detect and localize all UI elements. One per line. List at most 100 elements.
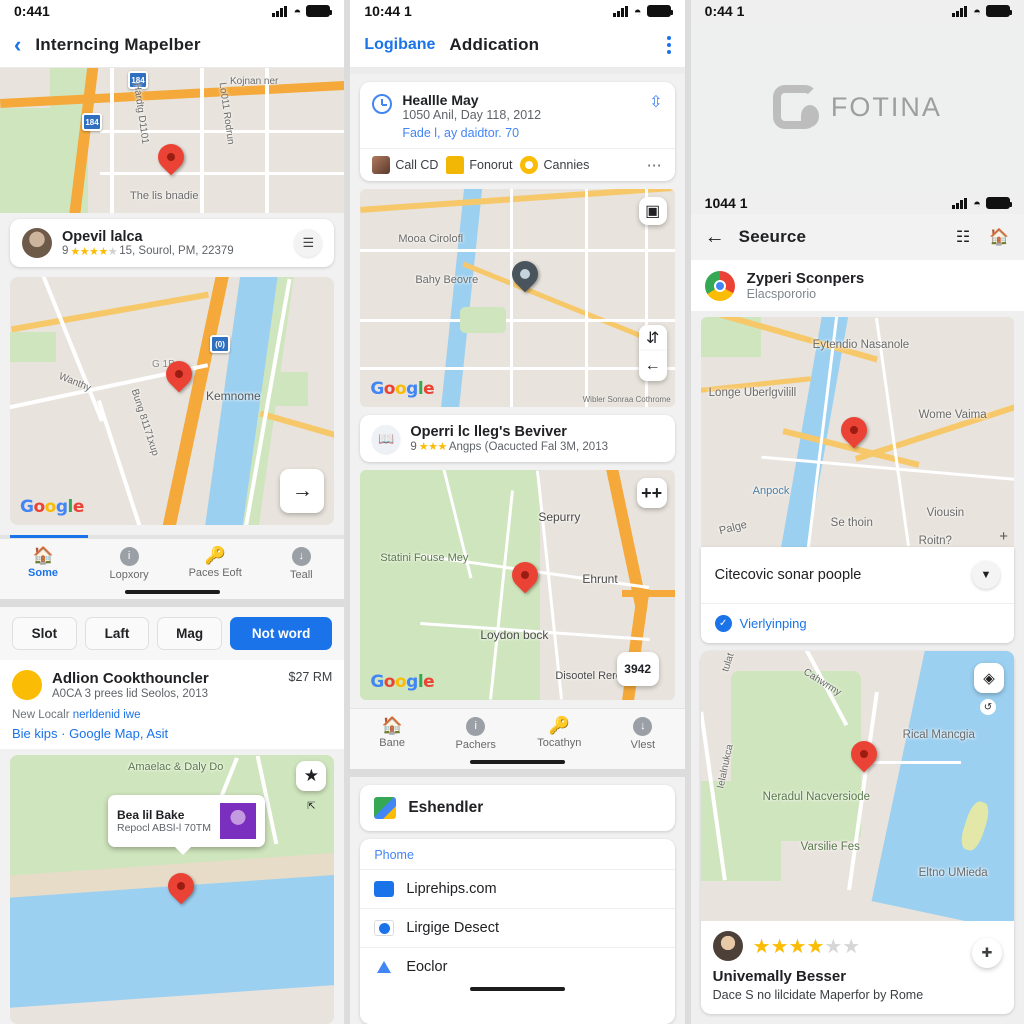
- wifi-icon: ◓: [293, 3, 302, 19]
- info-circle-icon: i: [119, 547, 139, 566]
- place-meta: 9 ★★★★★ 15, Sourol, PM, 22379: [62, 245, 284, 258]
- chip-laft[interactable]: Laft: [84, 617, 150, 650]
- place-title: Opevil lalca: [62, 228, 143, 245]
- star-icon[interactable]: ★: [296, 761, 327, 791]
- appbar-link[interactable]: Logibane: [364, 36, 435, 54]
- notification-card[interactable]: Heallle May 1050 Anil, Day 118, 2012 Fad…: [360, 82, 675, 181]
- left-bottom-nav: 🏠 Some i Lopxory 🔑 Paces Eoft ↓ Teall: [0, 538, 345, 585]
- map-label: Kojnan ner: [230, 76, 279, 87]
- nav-item-some[interactable]: 🏠 Some: [0, 547, 86, 581]
- right-map-1[interactable]: Eytendio Nasanole Longe Uberlgvilill Wom…: [700, 317, 1014, 547]
- arrow-right-icon[interactable]: →: [280, 469, 325, 513]
- wifi-icon: ◓: [973, 195, 981, 211]
- account-row[interactable]: Zyperi Sconpers Elacspororio: [690, 260, 1024, 311]
- status-time: 10:44 1: [364, 3, 412, 19]
- left-map-2[interactable]: (0) G 1B Kemnome Wanthy Bung 81171xup Go…: [10, 277, 335, 525]
- map-label: Se thoin: [830, 517, 873, 529]
- list-item[interactable]: Lirgige Desect: [360, 908, 675, 947]
- chevron-down-icon[interactable]: ▼: [972, 561, 1000, 589]
- listing-links[interactable]: Bie kips · Google Map, Asit: [12, 726, 332, 741]
- map-pin-icon[interactable]: [166, 361, 192, 395]
- list-item-label: Lirgige Desect: [406, 920, 499, 936]
- plus-icon[interactable]: +: [999, 528, 1008, 545]
- status-time: 0:44 1: [704, 3, 745, 19]
- status-indicators: ◓: [952, 195, 1012, 211]
- map-label: Eltno UMieda: [918, 867, 988, 879]
- arrow-left-icon[interactable]: ←: [638, 351, 667, 381]
- rotate-icon[interactable]: ↺: [980, 699, 996, 715]
- map-pin-icon[interactable]: [512, 562, 538, 596]
- chip-mag[interactable]: Mag: [157, 617, 223, 650]
- arrow-left-icon[interactable]: ←: [705, 227, 725, 247]
- key-icon: 🔑: [204, 546, 226, 565]
- transit-icon[interactable]: ⇵: [638, 325, 667, 351]
- place-meta: 9 ★★★ Angps (Oacucted Fal 3M, 2013: [410, 440, 662, 454]
- directions-icon[interactable]: ✚: [972, 938, 1002, 968]
- chevron-left-icon[interactable]: ‹: [14, 33, 21, 56]
- nav-item-teall[interactable]: ↓ Teall: [258, 547, 344, 581]
- chip-not-word[interactable]: Not word: [230, 617, 333, 650]
- dot-icon: [520, 156, 539, 174]
- callout-subtitle: Repocl ABSl-l 70TM: [117, 822, 211, 834]
- signal-bars-icon: [612, 5, 629, 17]
- list-item[interactable]: Eoclor: [360, 947, 675, 986]
- nav-item-lopxory[interactable]: i Lopxory: [86, 547, 172, 581]
- action-fonorut[interactable]: Fonorut: [446, 156, 512, 174]
- plus-icon[interactable]: ++: [636, 478, 667, 508]
- map-label: Palge: [717, 518, 748, 538]
- map-pin-icon[interactable]: [168, 873, 194, 907]
- mid-app-bar: Logibane Addication: [350, 22, 685, 68]
- list-item[interactable]: Liprehips.com: [360, 869, 675, 908]
- map-pin-icon[interactable]: [158, 144, 184, 178]
- mid-map-2[interactable]: Sepurry Statini Fouse Mey Ehrunt Loydon …: [360, 470, 675, 700]
- share-nodes-icon[interactable]: ⇳: [649, 92, 662, 140]
- listing-subtitle: A0CA 3 prees lid Seolos, 2013: [52, 688, 208, 700]
- scroll-progress: [0, 535, 345, 538]
- left-map-1[interactable]: 184 184 Kojnan ner Hardtg D1101 Lo011 Ro…: [0, 68, 345, 213]
- eshendler-card[interactable]: Eshendler: [360, 785, 675, 831]
- nav-item-vlest[interactable]: ↓ Vlest: [601, 717, 685, 751]
- compass-icon[interactable]: ◈: [974, 663, 1004, 693]
- qr-icon[interactable]: ▣: [638, 197, 667, 225]
- more-horizontal-icon[interactable]: ⋯: [647, 156, 663, 174]
- page-title: Addication: [449, 34, 540, 54]
- map-pin-icon[interactable]: [841, 417, 867, 451]
- left-map-3[interactable]: Amaelac & Daly Do Bea lil Bake Repocl AB…: [10, 755, 335, 1024]
- photo-icon: [372, 156, 391, 174]
- home-shield-icon[interactable]: 🏠: [988, 226, 1010, 248]
- action-call-cd[interactable]: Call CD: [372, 156, 438, 174]
- nav-item-tocathyn[interactable]: 🔑 Tocathyn: [518, 717, 602, 751]
- place-card-mid[interactable]: 📖 Operri lc lleg's Beviver 9 ★★★ Angps (…: [360, 415, 675, 462]
- map-pin-grey-icon[interactable]: [512, 261, 538, 295]
- battery-icon: [986, 5, 1012, 17]
- chip-slot[interactable]: Slot: [12, 617, 77, 650]
- nav-label: Tocathyn: [537, 737, 582, 749]
- map-label: Disootel Rerd: [555, 670, 622, 682]
- right-map-2[interactable]: Cahwrmy Rical Mancgia Neradul Nacversiod…: [700, 651, 1014, 921]
- nav-item-pachers[interactable]: i Pachers: [434, 717, 518, 751]
- map-label: The lis bnadie: [130, 190, 199, 202]
- list-header: Phome: [374, 848, 414, 862]
- nav-item-paces-eoft[interactable]: 🔑 Paces Eoft: [172, 547, 258, 581]
- verify-link-label: Vierlyinping: [739, 616, 807, 631]
- inner-phone-screen: 1044 1 ◓ ← Seeurce ☷ 🏠 Zyperi Sconpers E: [690, 192, 1024, 1024]
- map-pin-icon[interactable]: [851, 741, 877, 775]
- map-label: Mooa Cirolofl: [398, 233, 464, 245]
- mid-map-1[interactable]: Mooa Cirolofl Bahy Beovre Google Wibler …: [360, 189, 675, 407]
- account-title: Zyperi Sconpers: [746, 270, 865, 287]
- kebab-menu-icon[interactable]: [666, 35, 671, 54]
- place-card-1[interactable]: Opevil lalca 9 ★★★★★ 15, Sourol, PM, 223…: [10, 219, 335, 267]
- map-callout[interactable]: Bea lil Bake Repocl ABSl-l 70TM: [108, 795, 265, 855]
- avatar: [12, 670, 42, 700]
- info-box-icon[interactable]: ☷: [952, 226, 974, 248]
- layers-icon[interactable]: ☰: [294, 229, 323, 257]
- nav-item-bane[interactable]: 🏠 Bane: [350, 717, 434, 751]
- map-tooltip: 3942: [616, 652, 659, 686]
- verify-link-row[interactable]: ✓ Vierlyinping: [700, 603, 1014, 643]
- map-label: Eytendio Nasanole: [812, 339, 910, 351]
- notification-link[interactable]: Fade l, ay daidtor. 70: [402, 126, 639, 140]
- map-label: Varsilie Fes: [800, 841, 860, 853]
- place-meta-text: Angps (Oacucted Fal 3M, 2013: [448, 440, 608, 453]
- action-cannies[interactable]: Cannies: [520, 156, 589, 174]
- notification-title: Heallle May: [402, 92, 479, 108]
